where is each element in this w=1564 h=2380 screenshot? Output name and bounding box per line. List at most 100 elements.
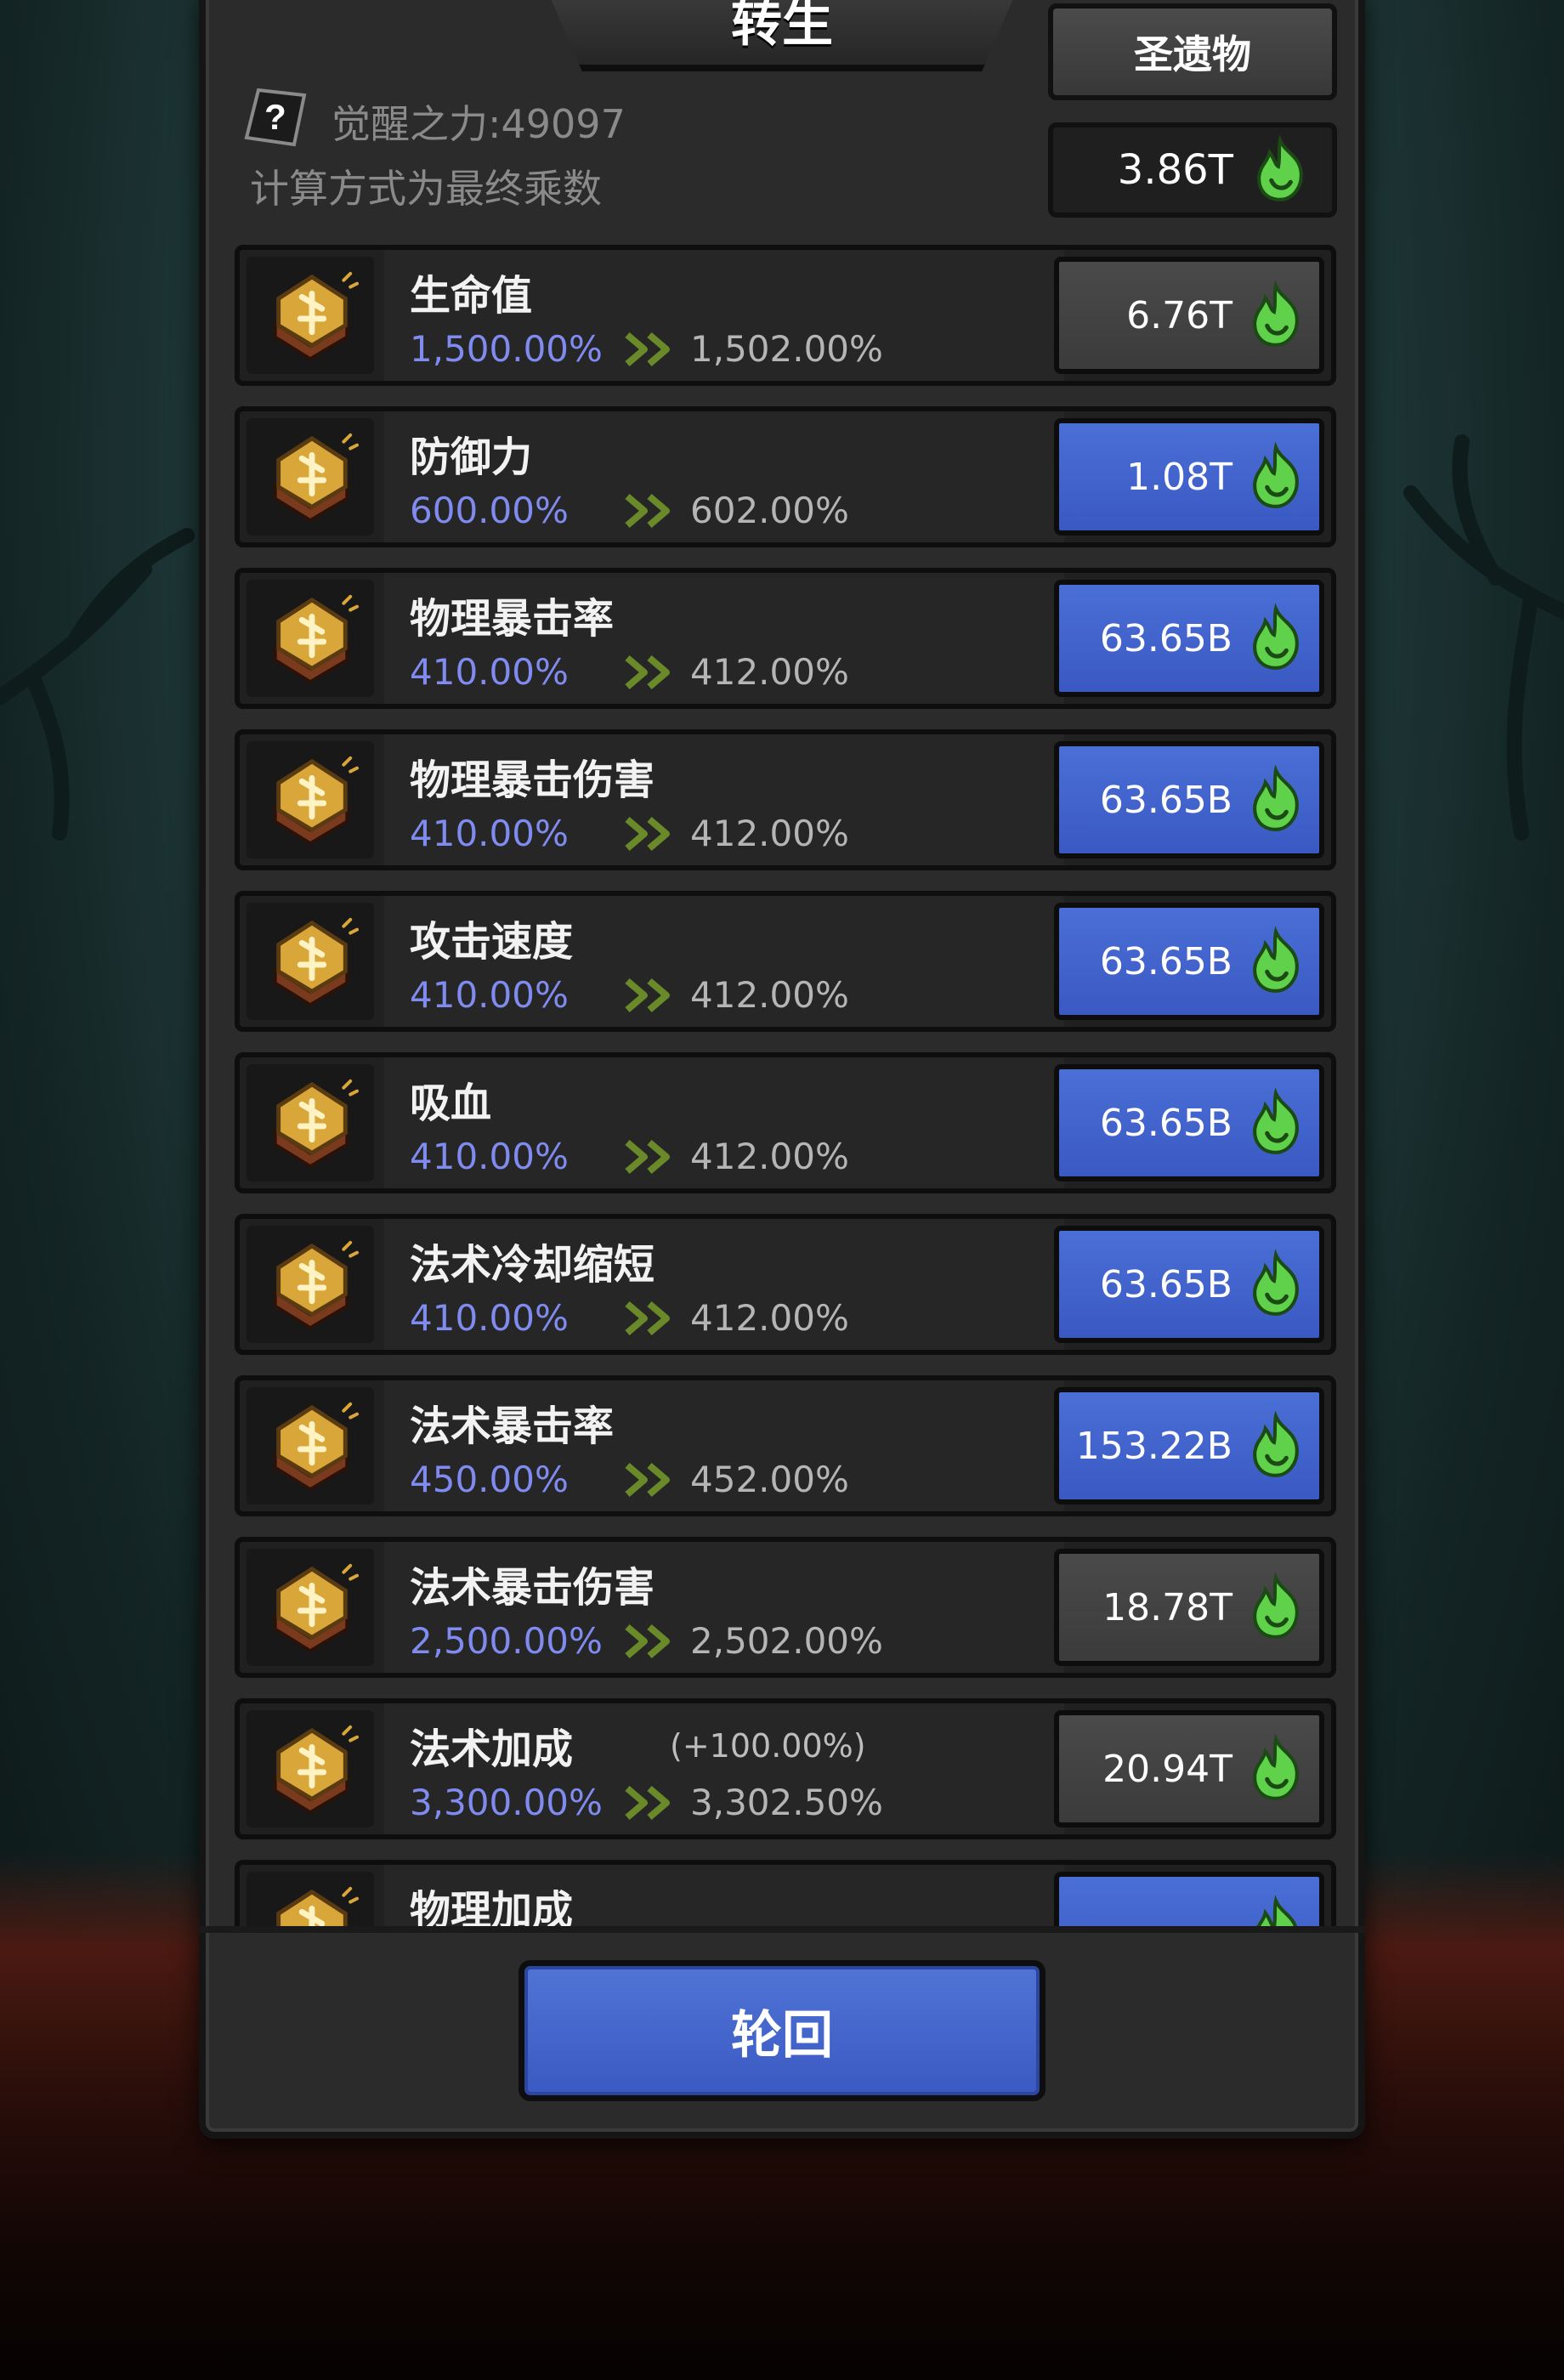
stat-name: 吸血 xyxy=(410,1080,492,1127)
calc-note: 计算方式为最终乘数 xyxy=(250,166,602,212)
stat-name: 物理暴击伤害 xyxy=(410,756,655,804)
stat-current-value: 410.00% xyxy=(410,1136,569,1177)
stat-name: 法术暴击率 xyxy=(410,1402,615,1450)
double-chevron-icon xyxy=(625,1785,670,1821)
upgrade-cost-button[interactable]: 63.65B xyxy=(1054,580,1324,697)
currency-value: 3.86T xyxy=(1117,146,1233,194)
green-flame-icon xyxy=(1253,604,1299,670)
green-flame-icon xyxy=(1253,280,1299,347)
upgrade-cost: 6.76T xyxy=(1126,293,1232,337)
stat-name: 攻击速度 xyxy=(410,918,574,966)
stat-current-value: 410.00% xyxy=(410,813,569,854)
awaken-power-label: 觉醒之力:49097 xyxy=(332,101,626,147)
double-chevron-icon xyxy=(625,1139,670,1175)
rune-stone-icon xyxy=(246,580,374,697)
upgrade-cost: 63.65B xyxy=(1099,778,1232,822)
stat-current-value: 2,500.00% xyxy=(410,1620,603,1662)
stat-next-value: 412.00% xyxy=(690,813,849,854)
upgrade-row: 攻击速度 410.00% 412.00% 63.65B xyxy=(235,891,1336,1032)
upgrade-row: 生命值 1,500.00% 1,502.00% 6.76T xyxy=(235,245,1336,386)
stat-current-value: 410.00% xyxy=(410,1297,569,1339)
upgrade-cost-button[interactable]: 63.65B xyxy=(1054,741,1324,858)
page-title: 转生 xyxy=(731,0,833,54)
stat-next-value: 412.00% xyxy=(690,1297,849,1339)
rebirth-button[interactable]: 轮回 xyxy=(518,1960,1046,2101)
relic-button[interactable]: 圣遗物 xyxy=(1048,3,1337,100)
rune-stone-icon xyxy=(246,903,374,1020)
stat-name: 物理加成 xyxy=(410,1887,574,1926)
upgrade-row: 法术加成 (+100.00%) 3,300.00% 3,302.50% 20.9… xyxy=(235,1698,1336,1839)
background-dead-tree-right xyxy=(1403,434,1564,841)
green-flame-icon xyxy=(1253,1411,1299,1477)
stat-next-value: 3,302.50% xyxy=(690,1782,883,1823)
currency-display: 3.86T xyxy=(1048,122,1337,218)
stat-name: 生命值 xyxy=(410,272,533,320)
green-flame-icon xyxy=(1253,1250,1299,1316)
stat-next-value: 2,502.00% xyxy=(690,1620,883,1662)
divider xyxy=(199,1926,1365,1933)
stat-name: 防御力 xyxy=(410,434,533,481)
double-chevron-icon xyxy=(625,816,670,852)
green-flame-icon xyxy=(1253,1088,1299,1154)
double-chevron-icon xyxy=(625,1462,670,1498)
upgrade-row: 法术冷却缩短 410.00% 412.00% 63.65B xyxy=(235,1214,1336,1355)
upgrade-cost-button[interactable]: 18.78T xyxy=(1054,1549,1324,1666)
rune-stone-icon xyxy=(246,1710,374,1828)
upgrade-cost-button[interactable]: 20.94T xyxy=(1054,1710,1324,1828)
upgrade-cost-button[interactable]: 63.65B xyxy=(1054,903,1324,1020)
double-chevron-icon xyxy=(625,654,670,690)
stat-next-value: 452.00% xyxy=(690,1459,849,1500)
stat-current-value: 1,500.00% xyxy=(410,328,603,370)
stat-current-value: 450.00% xyxy=(410,1459,569,1500)
stat-next-value: 412.00% xyxy=(690,1136,849,1177)
green-flame-icon xyxy=(1253,765,1299,831)
green-flame-icon xyxy=(1253,442,1299,508)
stat-bonus: (+100.00%) xyxy=(670,1727,866,1765)
background-dead-tree-left xyxy=(0,528,195,841)
svg-text:?: ? xyxy=(264,97,286,137)
upgrade-row: 吸血 410.00% 412.00% 63.65B xyxy=(235,1052,1336,1193)
help-icon[interactable]: ? xyxy=(241,85,309,150)
green-flame-icon xyxy=(1253,1572,1299,1639)
rune-stone-icon xyxy=(246,1387,374,1504)
upgrade-row: 物理加成 xyxy=(235,1860,1336,1926)
upgrade-cost: 1.08T xyxy=(1126,455,1232,499)
stat-next-value: 1,502.00% xyxy=(690,328,883,370)
rune-stone-icon xyxy=(246,257,374,374)
title-plate: 转生 xyxy=(544,0,1020,71)
upgrade-cost-button[interactable]: 63.65B xyxy=(1054,1064,1324,1182)
rune-stone-icon xyxy=(246,741,374,858)
green-flame-icon xyxy=(1253,926,1299,993)
upgrade-cost-button[interactable]: 153.22B xyxy=(1054,1387,1324,1504)
rune-stone-icon xyxy=(246,418,374,536)
stat-next-value: 412.00% xyxy=(690,651,849,693)
stat-current-value: 600.00% xyxy=(410,490,569,531)
stat-current-value: 410.00% xyxy=(410,651,569,693)
stat-name: 法术暴击伤害 xyxy=(410,1564,655,1612)
upgrade-cost: 18.78T xyxy=(1102,1585,1232,1629)
green-flame-icon xyxy=(1257,135,1303,201)
upgrade-cost-button[interactable]: 6.76T xyxy=(1054,257,1324,374)
upgrade-row: 物理暴击伤害 410.00% 412.00% 63.65B xyxy=(235,729,1336,870)
upgrade-cost-button[interactable]: 1.08T xyxy=(1054,418,1324,536)
double-chevron-icon xyxy=(625,1624,670,1659)
rune-stone-icon xyxy=(246,1872,374,1926)
upgrade-cost: 63.65B xyxy=(1099,939,1232,983)
stat-name: 物理暴击率 xyxy=(410,595,615,643)
upgrade-cost: 63.65B xyxy=(1099,1262,1232,1306)
upgrade-list[interactable]: 生命值 1,500.00% 1,502.00% 6.76T 防御力 600.00… xyxy=(235,245,1336,1926)
stat-name: 法术冷却缩短 xyxy=(410,1241,655,1289)
stat-current-value: 410.00% xyxy=(410,974,569,1016)
upgrade-cost: 153.22B xyxy=(1075,1424,1232,1468)
rune-stone-icon xyxy=(246,1064,374,1182)
double-chevron-icon xyxy=(625,978,670,1013)
stat-next-value: 602.00% xyxy=(690,490,849,531)
upgrade-cost-button[interactable] xyxy=(1054,1872,1324,1926)
double-chevron-icon xyxy=(625,1300,670,1336)
green-flame-icon xyxy=(1253,1734,1299,1800)
green-flame-icon xyxy=(1256,1896,1298,1926)
stat-name: 法术加成 xyxy=(410,1726,574,1773)
upgrade-cost-button[interactable]: 63.65B xyxy=(1054,1226,1324,1343)
rune-stone-icon xyxy=(246,1226,374,1343)
upgrade-row: 物理暴击率 410.00% 412.00% 63.65B xyxy=(235,568,1336,709)
